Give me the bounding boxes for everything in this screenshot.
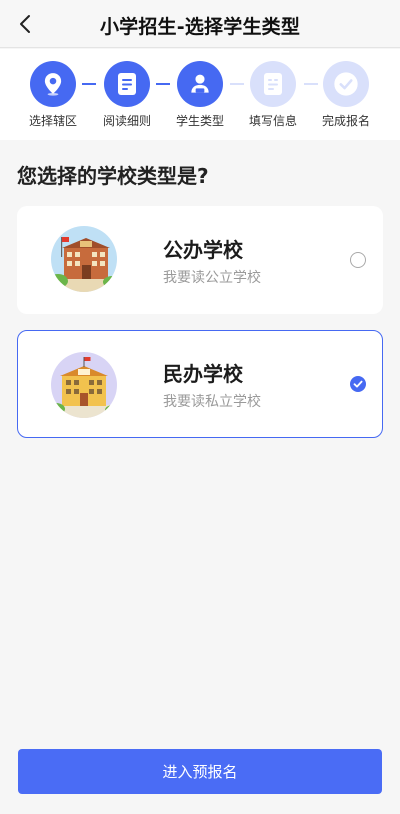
step-fill-info: 填写信息 [237,61,309,129]
map-pin-icon [44,73,62,96]
step-label: 学生类型 [175,114,224,128]
step-read-rules: 阅读细则 [91,61,163,129]
form-icon [264,73,282,95]
step-select-district: 选择辖区 [17,61,89,129]
option-subtitle: 我要读公立学校 [163,270,261,286]
checkmark-icon [353,380,363,388]
option-title: 公办学校 [163,238,243,262]
private-school-illustration [51,352,117,418]
option-public-school[interactable]: 公办学校 我要读公立学校 [17,206,383,314]
option-title: 民办学校 [163,362,243,386]
progress-steps: 选择辖区 阅读细则 学生类型 填写信息 完成报名 [0,49,400,140]
public-school-illustration [51,226,117,292]
step-student-type: 学生类型 [164,61,236,129]
section-heading: 您选择的学校类型是? [17,164,209,188]
step-label: 选择辖区 [28,114,77,128]
step-complete: 完成报名 [310,61,382,129]
student-icon [191,74,209,93]
option-private-school[interactable]: 民办学校 我要读私立学校 [17,330,383,438]
document-icon [118,73,136,95]
option-subtitle: 我要读私立学校 [163,394,261,410]
pre-register-button[interactable]: 进入预报名 [18,749,382,794]
radio-unchecked[interactable] [350,252,366,268]
step-label: 完成报名 [321,114,370,128]
page-title: 小学招生-选择学生类型 [99,16,301,38]
step-label: 阅读细则 [102,114,151,128]
step-label: 填写信息 [248,114,297,128]
radio-checked[interactable] [350,376,366,392]
check-circle-icon [334,72,358,96]
nav-bar: 小学招生-选择学生类型 [0,0,400,48]
